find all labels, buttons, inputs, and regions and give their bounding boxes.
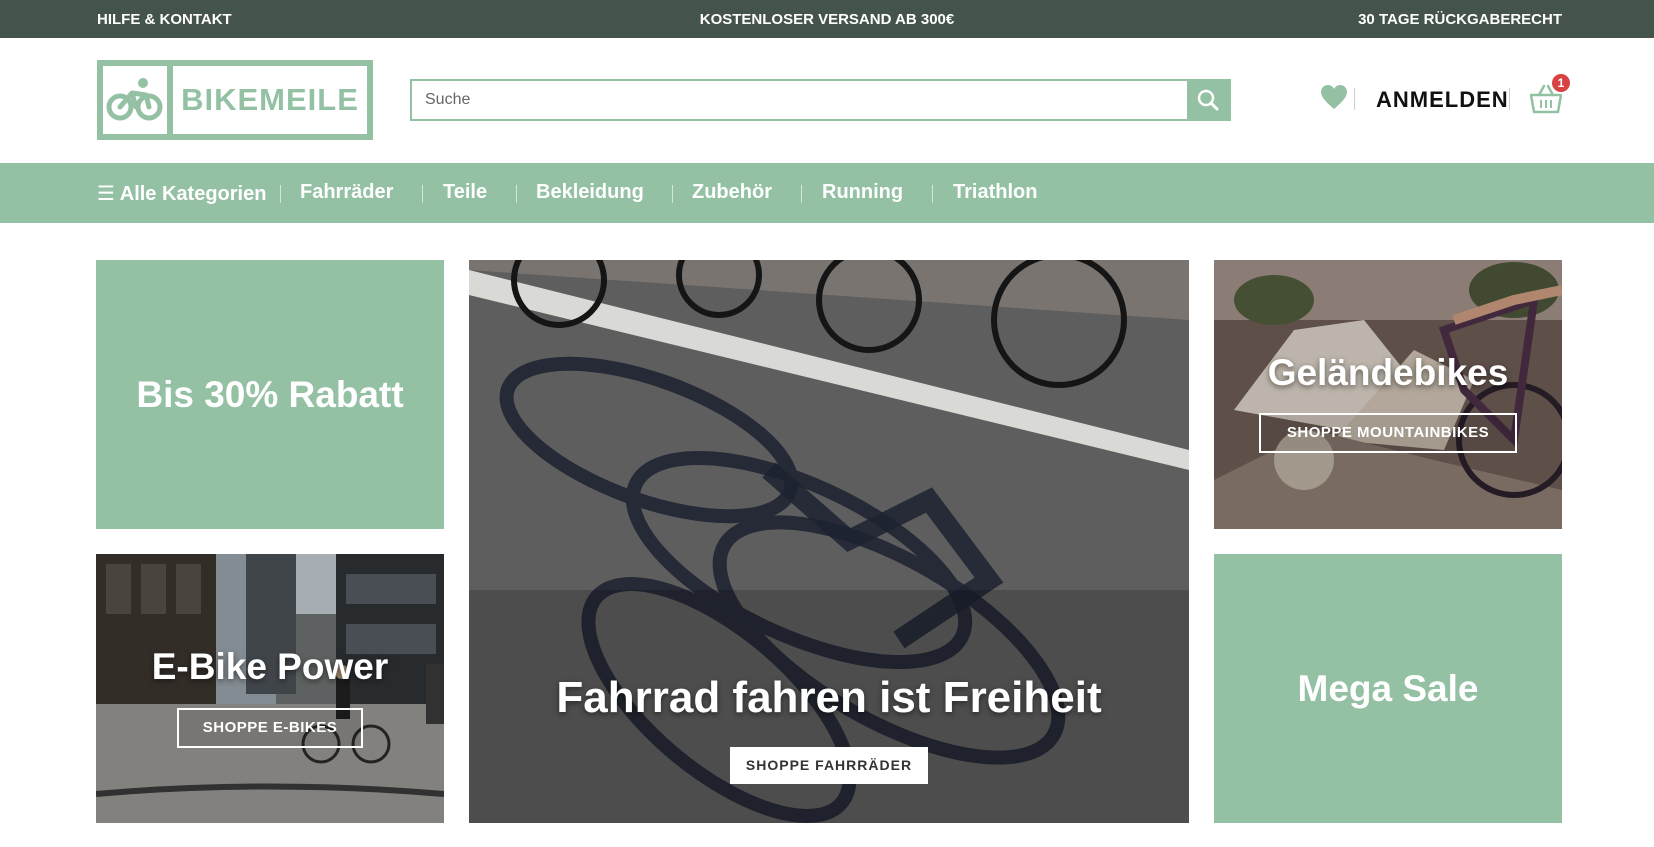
heart-icon <box>1321 85 1347 109</box>
wishlist-button[interactable] <box>1320 84 1348 110</box>
nav-item-running[interactable]: Running <box>822 181 903 204</box>
logo-wordmark: BIKEMEILE <box>173 66 367 134</box>
shop-fahrraeder-button[interactable]: SHOPPE FAHRRÄDER <box>730 747 928 784</box>
login-link[interactable]: ANMELDEN <box>1376 87 1509 113</box>
nav-item-fahrraeder[interactable]: Fahrräder <box>300 181 393 204</box>
bike-logo-icon <box>103 66 167 134</box>
search-icon <box>1197 89 1219 111</box>
nav-divider <box>422 185 423 203</box>
promo-tile-mega-sale[interactable]: Mega Sale <box>1214 554 1562 823</box>
promo-tile-ebike[interactable]: E-Bike Power SHOPPE E-BIKES <box>96 554 444 823</box>
promo-mega-sale-title: Mega Sale <box>1297 667 1479 709</box>
nav-divider <box>516 185 517 203</box>
search-bar <box>410 79 1231 121</box>
nav-item-bekleidung[interactable]: Bekleidung <box>536 181 644 204</box>
nav-divider <box>932 185 933 203</box>
city-street-image <box>96 554 444 823</box>
header-divider <box>1354 88 1355 110</box>
top-info-bar: HILFE & KONTAKT KOSTENLOSER VERSAND AB 3… <box>0 0 1654 38</box>
promo-gelaende-title: Geländebikes <box>1267 352 1509 393</box>
promo-tile-rabatt[interactable]: Bis 30% Rabatt <box>96 260 444 529</box>
nav-divider <box>801 185 802 203</box>
hero-banner[interactable]: Fahrrad fahren ist Freiheit SHOPPE FAHRR… <box>469 260 1189 823</box>
cyclists-shadow-image <box>469 260 1189 823</box>
nav-item-zubehoer[interactable]: Zubehör <box>692 181 772 204</box>
header-divider <box>1509 88 1510 110</box>
site-logo[interactable]: BIKEMEILE <box>97 60 373 140</box>
promo-ebike-title: E-Bike Power <box>151 646 389 687</box>
search-input[interactable] <box>412 81 1188 119</box>
promo-tile-gelaendebikes[interactable]: Geländebikes SHOPPE MOUNTAINBIKES <box>1214 260 1562 529</box>
cart-count-badge: 1 <box>1550 72 1572 94</box>
search-button[interactable] <box>1187 81 1229 119</box>
nav-divider <box>280 185 281 203</box>
hero-title: Fahrrad fahren ist Freiheit <box>556 673 1102 722</box>
return-policy-notice: 30 TAGE RÜCKGABERECHT <box>1358 11 1562 28</box>
nav-all-categories[interactable]: ☰ Alle Kategorien <box>97 181 266 206</box>
category-nav: ☰ Alle Kategorien Fahrräder Teile Beklei… <box>0 163 1654 223</box>
shop-mountainbikes-button[interactable]: SHOPPE MOUNTAINBIKES <box>1259 413 1517 453</box>
promo-rabatt-title: Bis 30% Rabatt <box>136 373 404 415</box>
nav-item-triathlon[interactable]: Triathlon <box>953 181 1037 204</box>
mountainbike-rocks-image <box>1214 260 1562 529</box>
nav-divider <box>672 185 673 203</box>
shop-ebikes-button[interactable]: SHOPPE E-BIKES <box>177 708 363 748</box>
nav-item-teile[interactable]: Teile <box>443 181 487 204</box>
